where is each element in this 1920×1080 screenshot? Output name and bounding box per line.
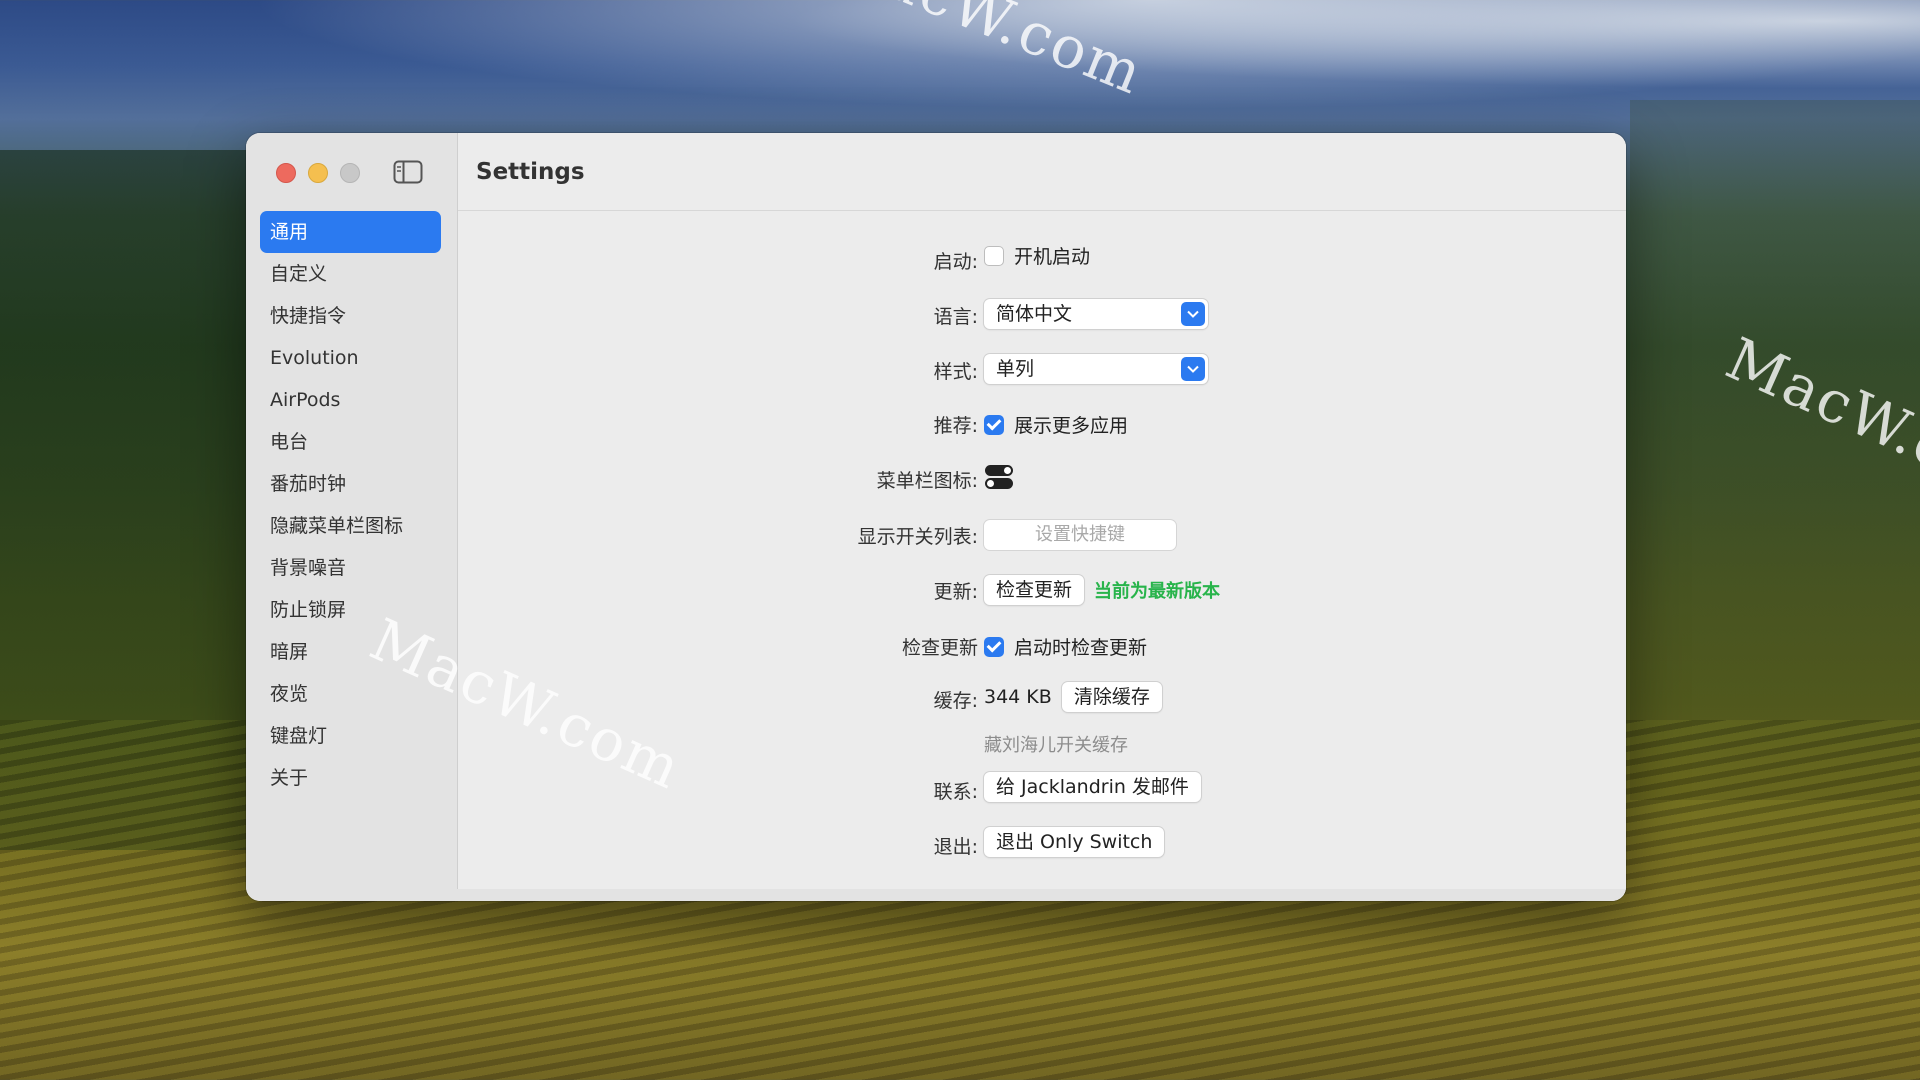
- check-update-on-launch-checkbox[interactable]: [984, 636, 1004, 657]
- cache-label: 缓存:: [933, 690, 978, 712]
- quit-label: 退出:: [933, 836, 978, 858]
- style-label: 样式:: [933, 361, 978, 383]
- toggle-switch-icon[interactable]: [984, 462, 1014, 492]
- cache-note-row: 藏刘海儿开关缓存: [458, 729, 1626, 759]
- launch-at-login-checkbox[interactable]: [984, 245, 1004, 266]
- contact-label: 联系:: [933, 781, 978, 803]
- language-label: 语言:: [933, 306, 978, 328]
- watermark: MacW.c: [1716, 324, 1920, 484]
- sidebar-item-airpods[interactable]: AirPods: [260, 379, 441, 421]
- zoom-button[interactable]: [340, 163, 360, 183]
- wallpaper-trees-left: [0, 150, 260, 850]
- quit-row: 退出: 退出 Only Switch: [458, 824, 1626, 860]
- language-select[interactable]: 简体中文: [984, 299, 1208, 329]
- cache-row: 缓存: 344 KB 清除缓存: [458, 678, 1626, 714]
- sidebar-item-about[interactable]: 关于: [260, 757, 441, 799]
- menubar-icon-label: 菜单栏图标:: [876, 470, 978, 492]
- sidebar-item-prevent-lock[interactable]: 防止锁屏: [260, 589, 441, 631]
- sidebar-item-background-noise[interactable]: 背景噪音: [260, 547, 441, 589]
- check-update-button[interactable]: 检查更新: [984, 575, 1085, 605]
- show-more-apps-checkbox[interactable]: [984, 414, 1004, 435]
- sidebar-item-keyboard-light[interactable]: 键盘灯: [260, 715, 441, 757]
- chevron-down-icon: [1181, 357, 1205, 381]
- main-header: Settings: [458, 133, 1626, 211]
- check-update-on-launch-label[interactable]: 启动时检查更新: [1014, 633, 1147, 660]
- window-controls: [276, 163, 360, 183]
- window-bottom-strip: [246, 889, 1626, 901]
- style-row: 样式: 单列: [458, 351, 1626, 387]
- sidebar-item-pomodoro[interactable]: 番茄时钟: [260, 463, 441, 505]
- wallpaper-trees-right: [1630, 100, 1920, 800]
- style-select-value: 单列: [996, 358, 1035, 380]
- sidebar-item-night-shift[interactable]: 夜览: [260, 673, 441, 715]
- startup-row: 启动: 开机启动: [458, 239, 1626, 275]
- watermark: MacW.com: [819, 0, 1154, 108]
- sidebar-item-custom[interactable]: 自定义: [260, 253, 441, 295]
- update-status: 当前为最新版本: [1094, 581, 1221, 602]
- cache-size: 344 KB: [984, 686, 1052, 708]
- main-pane: Settings 启动: 开机启动 语言: 简体中文 样式: 单列 推荐: 展示…: [246, 133, 1626, 901]
- sidebar-item-general[interactable]: 通用: [260, 211, 441, 253]
- wallpaper-clouds: [0, 0, 1920, 140]
- settings-window: 通用 自定义 快捷指令 Evolution AirPods 电台 番茄时钟 隐藏…: [246, 133, 1626, 901]
- cache-note: 藏刘海儿开关缓存: [984, 735, 1128, 756]
- check-update-row: 检查更新 启动时检查更新: [458, 627, 1626, 663]
- language-row: 语言: 简体中文: [458, 296, 1626, 332]
- chevron-down-icon: [1181, 302, 1205, 326]
- quit-app-button[interactable]: 退出 Only Switch: [984, 827, 1165, 857]
- sidebar: 通用 自定义 快捷指令 Evolution AirPods 电台 番茄时钟 隐藏…: [246, 133, 458, 889]
- recommend-label: 推荐:: [933, 415, 978, 437]
- sidebar-item-evolution[interactable]: Evolution: [260, 337, 441, 379]
- language-select-value: 简体中文: [996, 303, 1073, 325]
- shortcut-recorder[interactable]: 设置快捷键: [984, 520, 1176, 550]
- show-list-label: 显示开关列表:: [857, 526, 978, 548]
- check-update-label: 检查更新: [901, 637, 978, 659]
- style-select[interactable]: 单列: [984, 354, 1208, 384]
- sidebar-toggle-icon[interactable]: [393, 160, 423, 184]
- clear-cache-button[interactable]: 清除缓存: [1061, 682, 1162, 712]
- recommend-row: 推荐: 展示更多应用: [458, 405, 1626, 441]
- close-button[interactable]: [276, 163, 296, 183]
- email-developer-button[interactable]: 给 Jacklandrin 发邮件: [984, 772, 1201, 802]
- menubar-icon-row: 菜单栏图标:: [458, 460, 1626, 496]
- minimize-button[interactable]: [308, 163, 328, 183]
- startup-label: 启动:: [933, 251, 978, 273]
- update-row: 更新: 检查更新 当前为最新版本: [458, 571, 1626, 607]
- show-list-row: 显示开关列表: 设置快捷键: [458, 516, 1626, 552]
- sidebar-item-dark-screen[interactable]: 暗屏: [260, 631, 441, 673]
- sidebar-item-radio[interactable]: 电台: [260, 421, 441, 463]
- page-title: Settings: [476, 158, 585, 185]
- update-label: 更新:: [933, 581, 978, 603]
- contact-row: 联系: 给 Jacklandrin 发邮件: [458, 769, 1626, 805]
- sidebar-nav: 通用 自定义 快捷指令 Evolution AirPods 电台 番茄时钟 隐藏…: [260, 211, 441, 799]
- launch-at-login-label[interactable]: 开机启动: [1014, 242, 1090, 269]
- sidebar-item-shortcuts[interactable]: 快捷指令: [260, 295, 441, 337]
- sidebar-item-hide-menubar-icons[interactable]: 隐藏菜单栏图标: [260, 505, 441, 547]
- show-more-apps-label[interactable]: 展示更多应用: [1014, 411, 1128, 438]
